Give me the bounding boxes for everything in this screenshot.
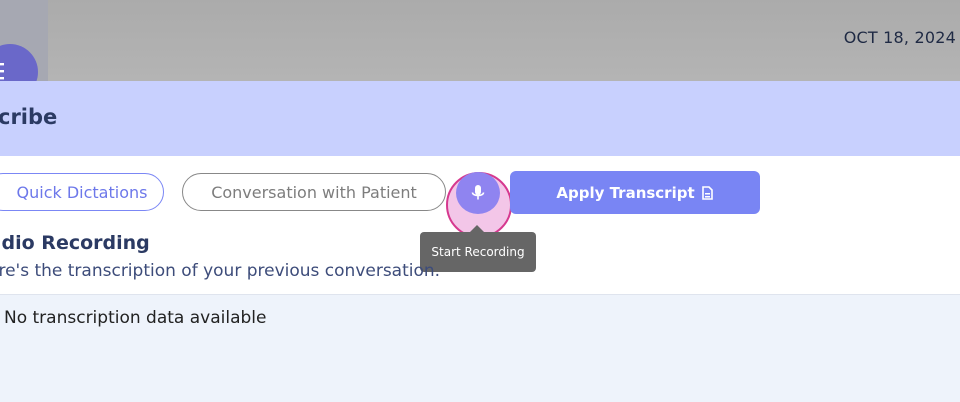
panel-header: cribe (0, 81, 960, 156)
start-recording-button[interactable] (456, 172, 500, 214)
panel-title: cribe (0, 105, 58, 129)
transcript-box: No transcription data available (0, 294, 960, 402)
top-bar (0, 0, 960, 81)
document-icon (701, 185, 714, 200)
tooltip-arrow (470, 225, 484, 232)
apply-transcript-label: Apply Transcript (556, 183, 695, 202)
empty-transcript-message: No transcription data available (4, 308, 267, 328)
conversation-with-patient-button[interactable]: Conversation with Patient (182, 173, 446, 211)
audio-recording-heading: udio Recording (0, 232, 150, 254)
audio-recording-subtitle: ere's the transcription of your previous… (0, 261, 441, 281)
apply-transcript-button[interactable]: Apply Transcript (510, 171, 760, 214)
date-label: OCT 18, 2024 (843, 28, 956, 47)
quick-dictations-button[interactable]: Quick Dictations (0, 173, 164, 211)
